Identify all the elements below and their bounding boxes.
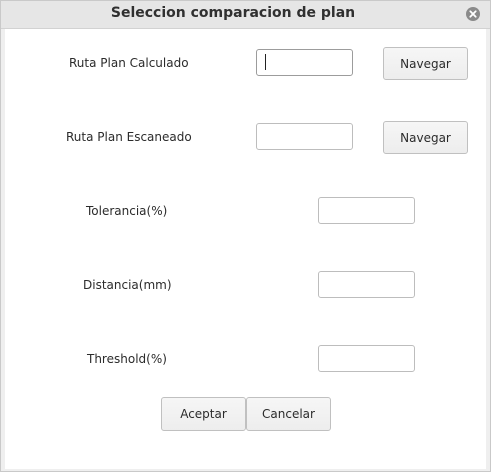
threshold-label: Threshold(%) xyxy=(87,352,167,366)
distancia-input[interactable] xyxy=(318,271,415,298)
tolerancia-label: Tolerancia(%) xyxy=(86,204,168,218)
navegar-calculado-button[interactable]: Navegar xyxy=(383,47,468,80)
text-caret xyxy=(265,54,266,70)
cancelar-button[interactable]: Cancelar xyxy=(246,397,331,431)
distancia-label: Distancia(mm) xyxy=(83,278,172,292)
ruta-plan-escaneado-label: Ruta Plan Escaneado xyxy=(66,130,192,144)
close-icon[interactable] xyxy=(466,7,480,21)
ruta-plan-escaneado-input[interactable] xyxy=(256,123,353,150)
threshold-input[interactable] xyxy=(318,345,415,372)
ruta-plan-calculado-input[interactable] xyxy=(256,49,353,76)
navegar-escaneado-button[interactable]: Navegar xyxy=(383,121,468,154)
dialog-content: Ruta Plan Calculado Navegar Ruta Plan Es… xyxy=(5,29,486,469)
title-bar[interactable]: Seleccion comparacion de plan xyxy=(1,1,490,29)
window-title: Seleccion comparacion de plan xyxy=(110,5,356,21)
aceptar-button[interactable]: Aceptar xyxy=(161,397,246,431)
dialog-window: Seleccion comparacion de plan Ruta Plan … xyxy=(0,0,491,472)
tolerancia-input[interactable] xyxy=(318,197,415,224)
ruta-plan-calculado-label: Ruta Plan Calculado xyxy=(69,56,189,70)
